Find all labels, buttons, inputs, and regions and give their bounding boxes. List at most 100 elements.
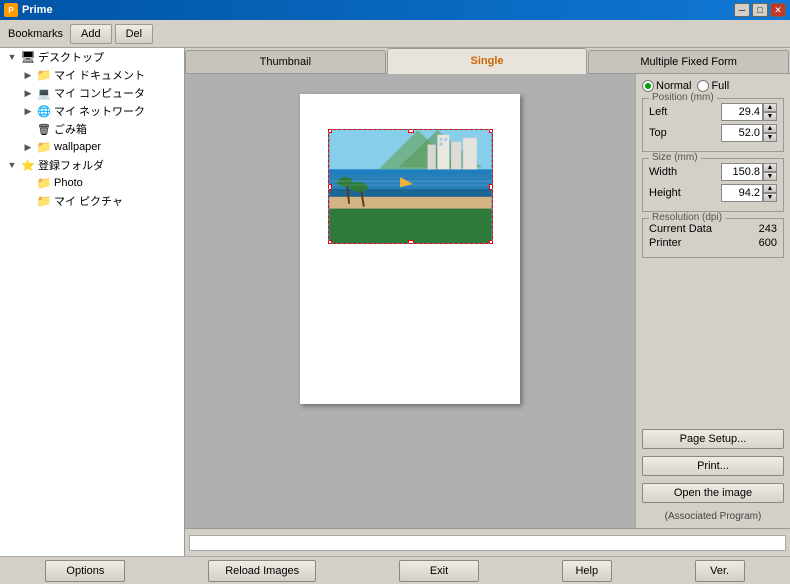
size-height-spinner-btns: ▲ ▼ bbox=[763, 184, 777, 202]
tree-toggle-mynetwork[interactable]: ▶ bbox=[20, 103, 36, 119]
resize-handle-tl[interactable] bbox=[328, 129, 332, 133]
resolution-printer-row: Printer 600 bbox=[649, 237, 777, 249]
tree-toggle-desktop[interactable]: ▼ bbox=[4, 49, 20, 65]
bookmarks-label: Bookmarks bbox=[4, 28, 67, 40]
position-top-up[interactable]: ▲ bbox=[763, 124, 777, 133]
folder-icon-wallpaper: 📁 bbox=[36, 139, 52, 155]
radio-full-circle bbox=[697, 80, 709, 92]
image-on-page[interactable] bbox=[328, 129, 493, 244]
radio-normal-label: Normal bbox=[656, 80, 691, 92]
resolution-current-value: 243 bbox=[759, 223, 777, 235]
tree-label-photo: Photo bbox=[54, 177, 83, 189]
close-button[interactable]: ✕ bbox=[770, 3, 786, 17]
tree-toggle-wallpaper[interactable]: ▶ bbox=[20, 139, 36, 155]
resolution-current-label: Current Data bbox=[649, 223, 712, 235]
resize-handle-br[interactable] bbox=[489, 240, 493, 244]
resize-handle-tr[interactable] bbox=[489, 129, 493, 133]
content-area: Normal Full Position (mm) Left bbox=[185, 74, 790, 528]
open-image-button[interactable]: Open the image bbox=[642, 483, 784, 503]
tab-multiple[interactable]: Multiple Fixed Form bbox=[588, 50, 789, 73]
print-button[interactable]: Print... bbox=[642, 456, 784, 476]
view-mode-group: Normal Full bbox=[642, 80, 784, 92]
tree-item-desktop[interactable]: ▼ 🖥 デスクトップ bbox=[0, 48, 184, 66]
tree-label-desktop: デスクトップ bbox=[38, 49, 104, 65]
folder-icon-mydoc: 📁 bbox=[36, 67, 52, 83]
size-height-input[interactable] bbox=[721, 184, 763, 202]
tree-item-bookmarks[interactable]: ▼ ⭐ 登録フォルダ bbox=[0, 156, 184, 174]
minimize-button[interactable]: ─ bbox=[734, 3, 750, 17]
del-button[interactable]: Del bbox=[115, 24, 154, 44]
tree-label-wallpaper: wallpaper bbox=[54, 141, 101, 153]
size-height-label: Height bbox=[649, 187, 681, 199]
page-setup-button[interactable]: Page Setup... bbox=[642, 429, 784, 449]
reload-images-button[interactable]: Reload Images bbox=[208, 560, 316, 582]
resolution-printer-label: Printer bbox=[649, 237, 681, 249]
position-left-down[interactable]: ▼ bbox=[763, 112, 777, 121]
maximize-button[interactable]: □ bbox=[752, 3, 768, 17]
position-top-spinner-btns: ▲ ▼ bbox=[763, 124, 777, 142]
tree-item-mycomputer[interactable]: ▶ 💻 マイ コンピュータ bbox=[0, 84, 184, 102]
tree-item-photo[interactable]: 📁 Photo bbox=[0, 174, 184, 192]
network-icon: 🌐 bbox=[36, 103, 52, 119]
position-left-input[interactable] bbox=[721, 103, 763, 121]
ver-button[interactable]: Ver. bbox=[695, 560, 745, 582]
tree-item-trash[interactable]: 🗑 ごみ箱 bbox=[0, 120, 184, 138]
position-top-label: Top bbox=[649, 127, 667, 139]
position-left-up[interactable]: ▲ bbox=[763, 103, 777, 112]
resize-handle-mr[interactable] bbox=[489, 184, 493, 190]
tree-item-mypictures[interactable]: 📁 マイ ピクチャ bbox=[0, 192, 184, 210]
options-button[interactable]: Options bbox=[45, 560, 125, 582]
tree-item-mynetwork[interactable]: ▶ 🌐 マイ ネットワーク bbox=[0, 102, 184, 120]
size-height-row: Height ▲ ▼ bbox=[649, 184, 777, 202]
tree-label-mydoc: マイ ドキュメント bbox=[54, 67, 145, 83]
resolution-group: Resolution (dpi) Current Data 243 Printe… bbox=[642, 218, 784, 258]
help-button[interactable]: Help bbox=[562, 560, 612, 582]
folder-icon-mypictures: 📁 bbox=[36, 193, 52, 209]
radio-full[interactable]: Full bbox=[697, 80, 729, 92]
tree-label-trash: ごみ箱 bbox=[54, 121, 87, 137]
position-top-input[interactable] bbox=[721, 124, 763, 142]
tree-label-bookmarks: 登録フォルダ bbox=[38, 157, 104, 173]
main-container: ▼ 🖥 デスクトップ ▶ 📁 マイ ドキュメント ▶ 💻 マイ コンピュータ ▶… bbox=[0, 48, 790, 556]
right-panel: Thumbnail Single Multiple Fixed Form bbox=[185, 48, 790, 556]
position-group-title: Position (mm) bbox=[649, 92, 717, 103]
trash-icon: 🗑 bbox=[36, 121, 52, 137]
position-left-label: Left bbox=[649, 106, 667, 118]
size-width-down[interactable]: ▼ bbox=[763, 172, 777, 181]
tree-label-mypictures: マイ ピクチャ bbox=[54, 193, 123, 209]
resize-handle-bl[interactable] bbox=[328, 240, 332, 244]
size-width-row: Width ▲ ▼ bbox=[649, 163, 777, 181]
resize-handle-bm[interactable] bbox=[408, 240, 414, 244]
size-height-spinner: ▲ ▼ bbox=[721, 184, 777, 202]
file-tree-panel: ▼ 🖥 デスクトップ ▶ 📁 マイ ドキュメント ▶ 💻 マイ コンピュータ ▶… bbox=[0, 48, 185, 556]
desktop-icon: 🖥 bbox=[20, 49, 36, 65]
size-width-up[interactable]: ▲ bbox=[763, 163, 777, 172]
status-bar bbox=[185, 528, 790, 556]
app-icon: P bbox=[4, 3, 18, 17]
position-top-spinner: ▲ ▼ bbox=[721, 124, 777, 142]
resolution-group-title: Resolution (dpi) bbox=[649, 212, 725, 223]
resize-handle-ml[interactable] bbox=[328, 184, 332, 190]
open-image-note: (Associated Program) bbox=[642, 511, 784, 522]
exit-button[interactable]: Exit bbox=[399, 560, 479, 582]
tab-thumbnail[interactable]: Thumbnail bbox=[185, 50, 386, 73]
size-height-down[interactable]: ▼ bbox=[763, 193, 777, 202]
tree-toggle-bookmarks[interactable]: ▼ bbox=[4, 157, 20, 173]
radio-normal[interactable]: Normal bbox=[642, 80, 691, 92]
tree-toggle-trash bbox=[20, 121, 36, 137]
resolution-printer-value: 600 bbox=[759, 237, 777, 249]
size-width-input[interactable] bbox=[721, 163, 763, 181]
tree-label-mycomputer: マイ コンピュータ bbox=[54, 85, 145, 101]
tree-item-mydoc[interactable]: ▶ 📁 マイ ドキュメント bbox=[0, 66, 184, 84]
size-group-title: Size (mm) bbox=[649, 152, 701, 163]
position-group: Position (mm) Left ▲ ▼ Top bbox=[642, 98, 784, 152]
size-height-up[interactable]: ▲ bbox=[763, 184, 777, 193]
tree-item-wallpaper[interactable]: ▶ 📁 wallpaper bbox=[0, 138, 184, 156]
tab-single[interactable]: Single bbox=[387, 48, 588, 74]
resize-handle-tm[interactable] bbox=[408, 129, 414, 133]
toolbar: Bookmarks Add Del bbox=[0, 20, 790, 48]
tree-toggle-mycomputer[interactable]: ▶ bbox=[20, 85, 36, 101]
add-button[interactable]: Add bbox=[70, 24, 112, 44]
tree-toggle-mydoc[interactable]: ▶ bbox=[20, 67, 36, 83]
position-top-down[interactable]: ▼ bbox=[763, 133, 777, 142]
